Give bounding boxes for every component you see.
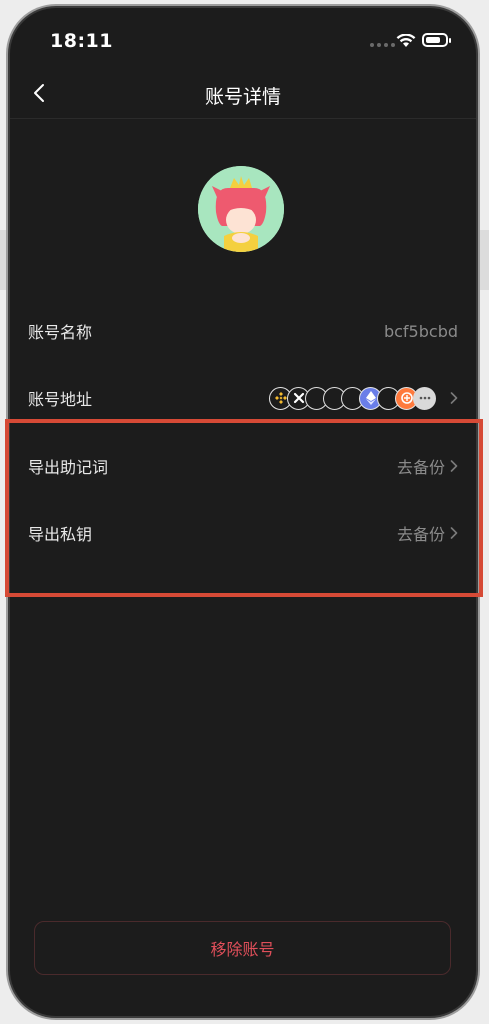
more-icon (413, 386, 436, 410)
avatar-character-icon (198, 166, 284, 252)
account-name-row: 账号名称 bcf5bcbd (10, 301, 476, 361)
wifi-icon (396, 34, 416, 47)
account-name-label: 账号名称 (28, 323, 93, 342)
chevron-right-icon (450, 527, 458, 539)
phone-frame: 18:11 账号详情 账号名称 bcf5bcbd 账号地址 导出助记词 去备份 … (10, 8, 476, 1016)
remove-account-button[interactable]: 移除账号 (34, 921, 451, 975)
account-address-label: 账号地址 (28, 390, 93, 409)
account-address-row[interactable]: 账号地址 (10, 368, 476, 428)
avatar[interactable] (198, 166, 284, 252)
backup-link-text: 去备份 (396, 525, 445, 544)
status-bar: 18:11 (10, 8, 476, 70)
export-mnemonic-action[interactable]: 去备份 (397, 454, 458, 478)
chain-icon-stack (269, 386, 436, 410)
backup-link-text: 去备份 (396, 458, 445, 477)
background-page-strip (0, 230, 10, 290)
account-name-value: bcf5bcbd (383, 321, 458, 341)
status-time: 18:11 (50, 30, 113, 52)
export-private-key-action[interactable]: 去备份 (397, 521, 458, 545)
export-mnemonic-label: 导出助记词 (28, 458, 109, 477)
chevron-right-icon (450, 460, 458, 472)
background-page-strip (476, 230, 489, 290)
signal-icon (370, 43, 395, 47)
navigation-bar: 账号详情 (10, 70, 476, 119)
export-mnemonic-row[interactable]: 导出助记词 去备份 (10, 436, 476, 496)
export-private-key-row[interactable]: 导出私钥 去备份 (10, 503, 476, 563)
page-title: 账号详情 (204, 86, 281, 108)
export-private-key-label: 导出私钥 (28, 525, 93, 544)
chevron-right-icon (450, 392, 458, 404)
battery-icon (422, 33, 451, 47)
